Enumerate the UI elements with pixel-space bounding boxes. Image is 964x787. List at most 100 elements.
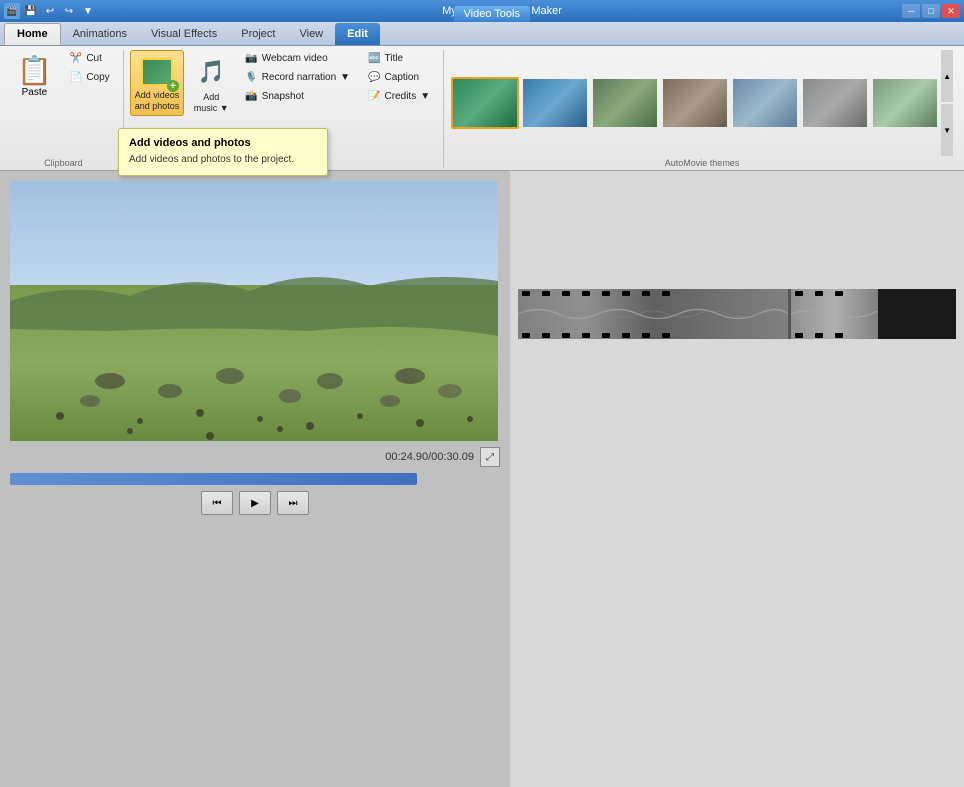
credits-dropdown: ▼ — [420, 91, 430, 102]
forward-button[interactable]: ⏭ — [277, 491, 309, 515]
clipboard-group-content: 📋 Paste ✂️ Cut 📄 Copy — [10, 50, 117, 156]
copy-label: Copy — [86, 72, 109, 83]
tooltip-description: Add videos and photos to the project. — [129, 153, 317, 167]
webcam-button[interactable]: 📷 Webcam video — [238, 50, 357, 67]
add-videos-icon: + — [137, 54, 177, 90]
cut-button[interactable]: ✂️ Cut — [63, 50, 117, 67]
paste-icon: 📋 — [17, 54, 52, 87]
quick-undo[interactable]: ↩ — [42, 3, 58, 19]
close-button[interactable]: ✕ — [942, 4, 960, 18]
film-holes-top-1 — [518, 289, 788, 297]
credits-icon: 📝 — [368, 91, 380, 102]
progress-fill — [10, 473, 412, 485]
add-music-icon: 🎵 — [193, 54, 229, 90]
video-preview — [10, 181, 498, 441]
main-area: 00:24.90/00:30.09 ⤢ ⏮ ▶ ⏭ — [0, 171, 964, 787]
text-btns: 🔤 Title 💬 Caption 📝 Credits ▼ — [361, 50, 437, 105]
media-small-btns: 📷 Webcam video 🎙️ Record narration ▼ 📸 S… — [238, 50, 357, 105]
film-holes-bottom-2 — [791, 331, 878, 339]
snapshot-button[interactable]: 📸 Snapshot — [238, 88, 357, 105]
video-tools-badge: Video Tools — [454, 6, 530, 22]
expand-button[interactable]: ⤢ — [480, 447, 500, 467]
credits-button[interactable]: 📝 Credits ▼ — [361, 88, 437, 105]
theme-5[interactable] — [731, 77, 799, 129]
play-button[interactable]: ▶ — [239, 491, 271, 515]
add-videos-label: Add videosand photos — [135, 90, 180, 112]
clipboard-label: Clipboard — [10, 158, 117, 168]
quick-dropdown[interactable]: ▼ — [80, 3, 96, 19]
theme-4[interactable] — [661, 77, 729, 129]
progress-bar[interactable] — [10, 473, 500, 485]
record-narration-button[interactable]: 🎙️ Record narration ▼ — [238, 69, 357, 86]
record-icon: 🎙️ — [245, 72, 257, 83]
timeline-clip-2[interactable] — [788, 289, 878, 339]
video-frame — [10, 181, 498, 441]
tooltip: Add videos and photos Add videos and pho… — [118, 128, 328, 176]
clipboard-group: 📋 Paste ✂️ Cut 📄 Copy Clipboard — [4, 50, 124, 168]
tab-project[interactable]: Project — [229, 23, 287, 45]
automovie-group: ▲ ▼ AutoMovie themes — [444, 50, 960, 168]
automovie-content: ▲ ▼ — [451, 50, 953, 156]
snapshot-label: Snapshot — [262, 91, 304, 102]
add-music-button[interactable]: 🎵 Addmusic ▼ — [188, 50, 234, 118]
progress-thumb[interactable] — [407, 473, 417, 485]
scroll-down[interactable]: ▼ — [941, 104, 953, 156]
time-text: 00:24.90/00:30.09 — [385, 451, 474, 463]
cut-icon: ✂️ — [70, 53, 82, 64]
ribbon-tabs: Home Animations Visual Effects Project V… — [0, 22, 964, 46]
film-holes-bottom-1 — [518, 331, 788, 339]
timeline-panel — [510, 171, 964, 787]
minimize-button[interactable]: ─ — [902, 4, 920, 18]
title-button[interactable]: 🔤 Title — [361, 50, 437, 67]
copy-icon: 📄 — [70, 72, 82, 83]
time-display: 00:24.90/00:30.09 ⤢ — [10, 447, 500, 467]
webcam-label: Webcam video — [262, 53, 328, 64]
window-controls: ─ □ ✕ — [902, 4, 960, 18]
tab-visual-effects[interactable]: Visual Effects — [139, 23, 229, 45]
rewind-button[interactable]: ⏮ — [201, 491, 233, 515]
timeline-strip — [518, 289, 956, 339]
webcam-icon: 📷 — [245, 53, 257, 64]
theme-7[interactable] — [871, 77, 939, 129]
birds-svg — [10, 181, 498, 441]
timeline-clip-1[interactable] — [518, 289, 788, 339]
waveform-1 — [518, 297, 788, 331]
cut-copy-col: ✂️ Cut 📄 Copy — [63, 50, 117, 86]
maximize-button[interactable]: □ — [922, 4, 940, 18]
paste-label: Paste — [22, 87, 48, 98]
caption-label: Caption — [385, 72, 419, 83]
title-icon: 🔤 — [368, 53, 380, 64]
paste-button[interactable]: 📋 Paste — [10, 50, 59, 102]
snapshot-icon: 📸 — [245, 91, 257, 102]
copy-button[interactable]: 📄 Copy — [63, 69, 117, 86]
tab-animations[interactable]: Animations — [61, 23, 139, 45]
caption-icon: 💬 — [368, 72, 380, 83]
theme-6[interactable] — [801, 77, 869, 129]
cut-label: Cut — [86, 53, 102, 64]
waveform-2 — [791, 297, 878, 331]
add-music-label: Addmusic ▼ — [194, 92, 229, 114]
app-icon: 🎬 — [4, 3, 20, 19]
caption-button[interactable]: 💬 Caption — [361, 69, 437, 86]
title-bar: 🎬 💾 ↩ ↪ ▼ My Movie - Movie Maker Video T… — [0, 0, 964, 22]
automovie-label: AutoMovie themes — [450, 158, 954, 168]
scroll-up[interactable]: ▲ — [941, 50, 953, 102]
theme-3[interactable] — [591, 77, 659, 129]
theme-2[interactable] — [521, 77, 589, 129]
title-label: Title — [385, 53, 404, 64]
credits-label: Credits — [385, 91, 417, 102]
title-bar-icons: 🎬 💾 ↩ ↪ ▼ — [4, 3, 96, 19]
record-label: Record narration — [262, 72, 336, 83]
playback-controls: ⏮ ▶ ⏭ — [10, 491, 500, 515]
theme-1[interactable] — [451, 77, 519, 129]
tab-home[interactable]: Home — [4, 23, 61, 45]
tab-edit[interactable]: Edit — [335, 23, 380, 45]
record-dropdown: ▼ — [340, 72, 350, 83]
quick-redo[interactable]: ↪ — [61, 3, 77, 19]
video-panel: 00:24.90/00:30.09 ⤢ ⏮ ▶ ⏭ — [0, 171, 510, 787]
add-videos-button[interactable]: + Add videosand photos — [130, 50, 185, 116]
tab-view[interactable]: View — [287, 23, 335, 45]
themes-row: ▲ ▼ — [451, 50, 953, 156]
film-holes-top-2 — [791, 289, 878, 297]
quick-save[interactable]: 💾 — [23, 3, 39, 19]
